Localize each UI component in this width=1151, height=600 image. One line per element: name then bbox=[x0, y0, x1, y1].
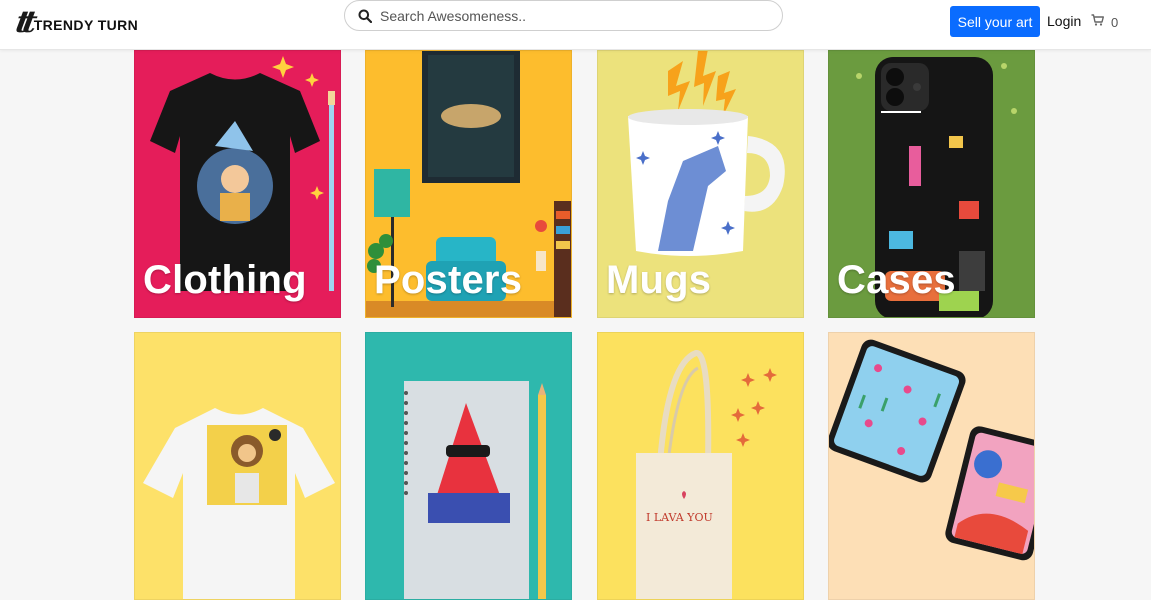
top-navbar: tt TRENDY TURN Sell your art Login 0 bbox=[0, 0, 1151, 50]
sell-your-art-button[interactable]: Sell your art bbox=[950, 6, 1040, 37]
brand-monogram: tt bbox=[13, 5, 33, 40]
login-link[interactable]: Login bbox=[1047, 13, 1081, 29]
cart-button[interactable]: 0 bbox=[1091, 13, 1118, 31]
category-tile-notebook[interactable] bbox=[365, 332, 572, 600]
category-tile-tote-bag[interactable]: I LAVA YOU bbox=[597, 332, 804, 600]
category-tile-posters[interactable]: Posters bbox=[365, 50, 572, 318]
category-tile-tablet-case[interactable] bbox=[828, 332, 1035, 600]
tablet-case-illustration bbox=[829, 333, 1034, 599]
notebook-illustration bbox=[366, 333, 571, 599]
category-tile-clothing[interactable]: Clothing bbox=[134, 50, 341, 318]
kids-tshirt-illustration bbox=[135, 333, 340, 599]
category-tile-mugs[interactable]: Mugs bbox=[597, 50, 804, 318]
category-label-posters: Posters bbox=[374, 258, 523, 302]
cart-icon bbox=[1091, 13, 1104, 31]
category-tile-cases[interactable]: Cases bbox=[828, 50, 1035, 318]
cart-count: 0 bbox=[1111, 14, 1119, 30]
brand-name: TRENDY TURN bbox=[33, 17, 139, 33]
category-label-cases: Cases bbox=[837, 258, 956, 302]
category-label-clothing: Clothing bbox=[143, 258, 307, 302]
category-grid: Clothing Posters Mugs Cases I LAVA YOU bbox=[0, 0, 1151, 600]
category-label-mugs: Mugs bbox=[606, 258, 712, 302]
brand-logo[interactable]: tt TRENDY TURN bbox=[13, 5, 139, 40]
search-bar[interactable] bbox=[344, 0, 783, 31]
tote-bag-illustration: I LAVA YOU bbox=[598, 333, 803, 599]
search-input[interactable] bbox=[380, 7, 760, 24]
category-tile-kids-tshirt[interactable] bbox=[134, 332, 341, 600]
search-icon bbox=[358, 9, 372, 23]
tote-bag-print-text: I LAVA YOU bbox=[646, 511, 713, 524]
